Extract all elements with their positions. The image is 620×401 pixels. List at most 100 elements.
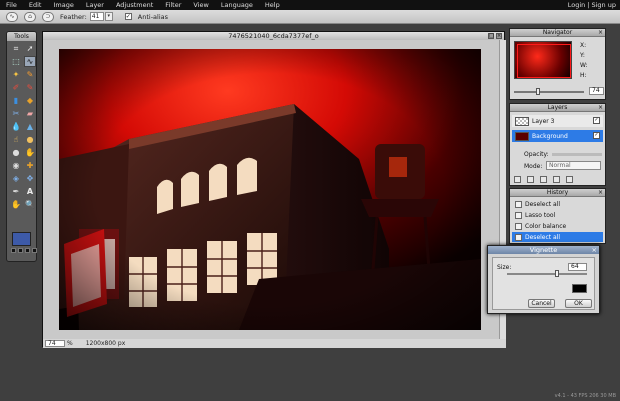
vignette-dialog: Vignette × Size: 64 Cancel OK [487, 245, 600, 314]
photo-canvas[interactable] [59, 49, 481, 330]
history-item[interactable]: Color balance [512, 221, 603, 231]
layer-row-background[interactable]: Background ✓ [512, 130, 603, 142]
feather-dropdown-icon[interactable]: ▾ [104, 12, 113, 21]
antialias-checkbox[interactable]: ✓ [124, 13, 132, 20]
default-colors-icon[interactable] [11, 248, 16, 253]
menu-file[interactable]: File [0, 0, 23, 10]
lasso-tool-icon[interactable]: ∿ [24, 56, 36, 67]
sharpen-icon[interactable]: ▲ [24, 121, 36, 132]
history-item[interactable]: Deselect all [512, 199, 603, 209]
navigator-viewport-box[interactable] [517, 44, 571, 78]
menu-layer[interactable]: Layer [80, 0, 110, 10]
layer-mask-icon[interactable] [514, 176, 521, 183]
layer-row-layer-3[interactable]: Layer 3 ✓ [512, 115, 603, 127]
new-layer-icon[interactable] [553, 176, 560, 183]
tool-options-bar: ∿ ⌂ ⊃ Feather: 41 ▾ ✓ Anti-alias [0, 10, 620, 24]
menu-image[interactable]: Image [47, 0, 79, 10]
new-folder-icon[interactable] [540, 176, 547, 183]
sponge-icon[interactable]: ● [24, 134, 36, 145]
history-panel: History × Deselect all Lasso tool Color … [509, 188, 606, 244]
vignette-color-swatch[interactable] [572, 284, 587, 293]
cancel-button[interactable]: Cancel [528, 299, 555, 308]
feather-input[interactable]: 41 [89, 12, 104, 21]
color-picker-icon[interactable]: ✒ [10, 186, 22, 197]
navigator-zoom-input[interactable]: 74 [589, 87, 604, 95]
white-swatch-icon[interactable] [32, 248, 37, 253]
spot-heal-icon[interactable]: ✚ [24, 160, 36, 171]
history-title: History [546, 189, 569, 196]
menu-help[interactable]: Help [259, 0, 286, 10]
document-title-bar[interactable]: 7476521040_6cda7377ef_o □ × [43, 32, 504, 40]
layer-visibility-checkbox[interactable]: ✓ [593, 117, 600, 124]
vignette-size-input[interactable]: 64 [568, 263, 587, 271]
vignette-body: Size: 64 Cancel OK [492, 257, 595, 310]
smudge-icon[interactable]: ☝ [10, 134, 22, 145]
foreground-color-swatch[interactable] [12, 232, 31, 246]
gradient-icon[interactable]: ▮ [10, 95, 22, 106]
zoom-input[interactable]: 74 [45, 340, 65, 347]
footer-status: v4.1 - 43 FPS 206 30 MB [554, 393, 616, 399]
layers-title: Layers [547, 104, 568, 111]
menu-language[interactable]: Language [215, 0, 259, 10]
burn-icon[interactable]: ✋ [24, 147, 36, 158]
menu-adjustment[interactable]: Adjustment [110, 0, 159, 10]
navigator-close-icon[interactable]: × [598, 29, 603, 37]
type-icon[interactable]: A [24, 186, 36, 197]
marquee-icon[interactable]: ⬚ [10, 56, 22, 67]
ok-button[interactable]: OK [565, 299, 592, 308]
window-buttons: □ × [488, 33, 502, 39]
navigator-thumbnail[interactable] [514, 41, 572, 79]
lasso-polygon-icon[interactable]: ⌂ [24, 11, 36, 22]
layers-panel: Layers × Layer 3 ✓ Background ✓ Opacity:… [509, 103, 606, 186]
history-close-icon[interactable]: × [598, 189, 603, 197]
paint-bucket-icon[interactable]: ◆ [24, 95, 36, 106]
signup-link[interactable]: Sign up [592, 0, 617, 10]
wand-icon[interactable]: ✦ [10, 69, 22, 80]
brush-icon[interactable]: ✐ [10, 82, 22, 93]
history-item[interactable]: Lasso tool [512, 210, 603, 220]
menu-filter[interactable]: Filter [159, 0, 187, 10]
dodge-icon[interactable]: ● [10, 147, 22, 158]
menu-edit[interactable]: Edit [23, 0, 48, 10]
blend-mode-select[interactable]: Normal [546, 161, 601, 170]
move-icon[interactable]: ➚ [24, 43, 36, 54]
layer-name: Background [532, 132, 568, 140]
vignette-title-bar[interactable]: Vignette × [488, 246, 599, 254]
layer-fx-icon[interactable] [527, 176, 534, 183]
black-swatch-icon[interactable] [25, 248, 30, 253]
login-link[interactable]: Login [568, 0, 586, 10]
vignette-size-knob[interactable] [555, 270, 559, 277]
lasso-magnetic-icon[interactable]: ⊃ [42, 11, 54, 22]
navigator-zoom-knob[interactable] [536, 88, 540, 95]
maximize-icon[interactable]: □ [488, 33, 494, 39]
mode-label: Mode: [524, 163, 543, 170]
pinch-icon[interactable]: ✥ [24, 173, 36, 184]
zoom-unit: % [67, 340, 73, 347]
canvas-area[interactable] [43, 40, 506, 339]
lasso-icon[interactable]: ∿ [6, 11, 18, 22]
layer-visibility-checkbox[interactable]: ✓ [593, 132, 600, 139]
delete-layer-icon[interactable] [566, 176, 573, 183]
color-replace-icon[interactable]: ✎ [24, 82, 36, 93]
red-eye-icon[interactable]: ◉ [10, 160, 22, 171]
layers-close-icon[interactable]: × [598, 104, 603, 112]
swap-colors-icon[interactable] [18, 248, 23, 253]
history-item-active[interactable]: Deselect all [512, 232, 603, 242]
bloat-icon[interactable]: ◈ [10, 173, 22, 184]
menu-view[interactable]: View [187, 0, 214, 10]
crop-icon[interactable]: ⌗ [10, 43, 22, 54]
pencil-icon[interactable]: ✎ [24, 69, 36, 80]
eraser-icon[interactable]: ▰ [24, 108, 36, 119]
blur-icon[interactable]: 💧 [10, 121, 22, 132]
vignette-size-slider[interactable] [507, 270, 587, 277]
hand-icon[interactable]: ✋ [10, 199, 22, 210]
opacity-slider[interactable] [552, 153, 602, 156]
feather-label: Feather: [60, 12, 87, 21]
vignette-close-icon[interactable]: × [592, 246, 597, 254]
vignette-title: Vignette [529, 246, 558, 254]
navigator-zoom-slider[interactable] [514, 88, 584, 95]
clone-icon[interactable]: ✂ [10, 108, 22, 119]
close-icon[interactable]: × [496, 33, 502, 39]
navigator-header: Navigator × [510, 29, 605, 37]
zoom-icon[interactable]: 🔍 [24, 199, 36, 210]
